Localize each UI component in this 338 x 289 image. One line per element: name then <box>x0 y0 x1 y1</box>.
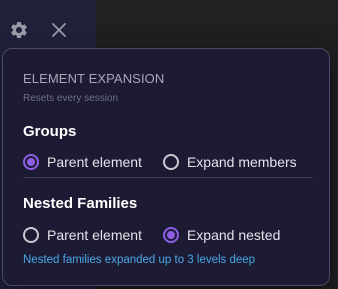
element-expansion-popover: ELEMENT EXPANSION Resets every session G… <box>2 48 330 286</box>
top-bar <box>96 0 338 26</box>
nested-parent-element-radio[interactable]: Parent element <box>23 227 142 243</box>
radio-indicator <box>23 154 39 170</box>
radio-label: Parent element <box>47 154 142 170</box>
section-title: ELEMENT EXPANSION <box>23 71 165 86</box>
radio-label: Expand nested <box>186 227 281 243</box>
groups-heading: Groups <box>23 123 77 140</box>
close-icon <box>52 23 66 37</box>
groups-expand-members-radio[interactable]: Expand members <box>162 154 297 170</box>
nested-expand-nested-radio[interactable]: Expand nested <box>162 227 281 243</box>
nested-families-radio-group: Parent element Expand nested <box>23 224 280 246</box>
nesting-info-note: Nested families expanded up to 3 levels … <box>23 254 256 266</box>
radio-label: Parent element <box>47 227 142 243</box>
groups-radio-group: Parent element Expand members <box>23 151 297 173</box>
divider <box>23 177 313 178</box>
section-subtitle: Resets every session <box>23 93 119 104</box>
radio-indicator <box>162 154 179 170</box>
toolbar <box>0 12 70 48</box>
settings-button[interactable] <box>8 19 30 41</box>
radio-indicator <box>162 227 179 243</box>
gear-icon <box>11 21 27 38</box>
radio-label: Expand members <box>186 154 297 170</box>
groups-parent-element-radio[interactable]: Parent element <box>23 154 142 170</box>
close-button[interactable] <box>48 19 70 41</box>
radio-indicator <box>23 227 39 243</box>
nested-families-heading: Nested Families <box>23 195 138 212</box>
